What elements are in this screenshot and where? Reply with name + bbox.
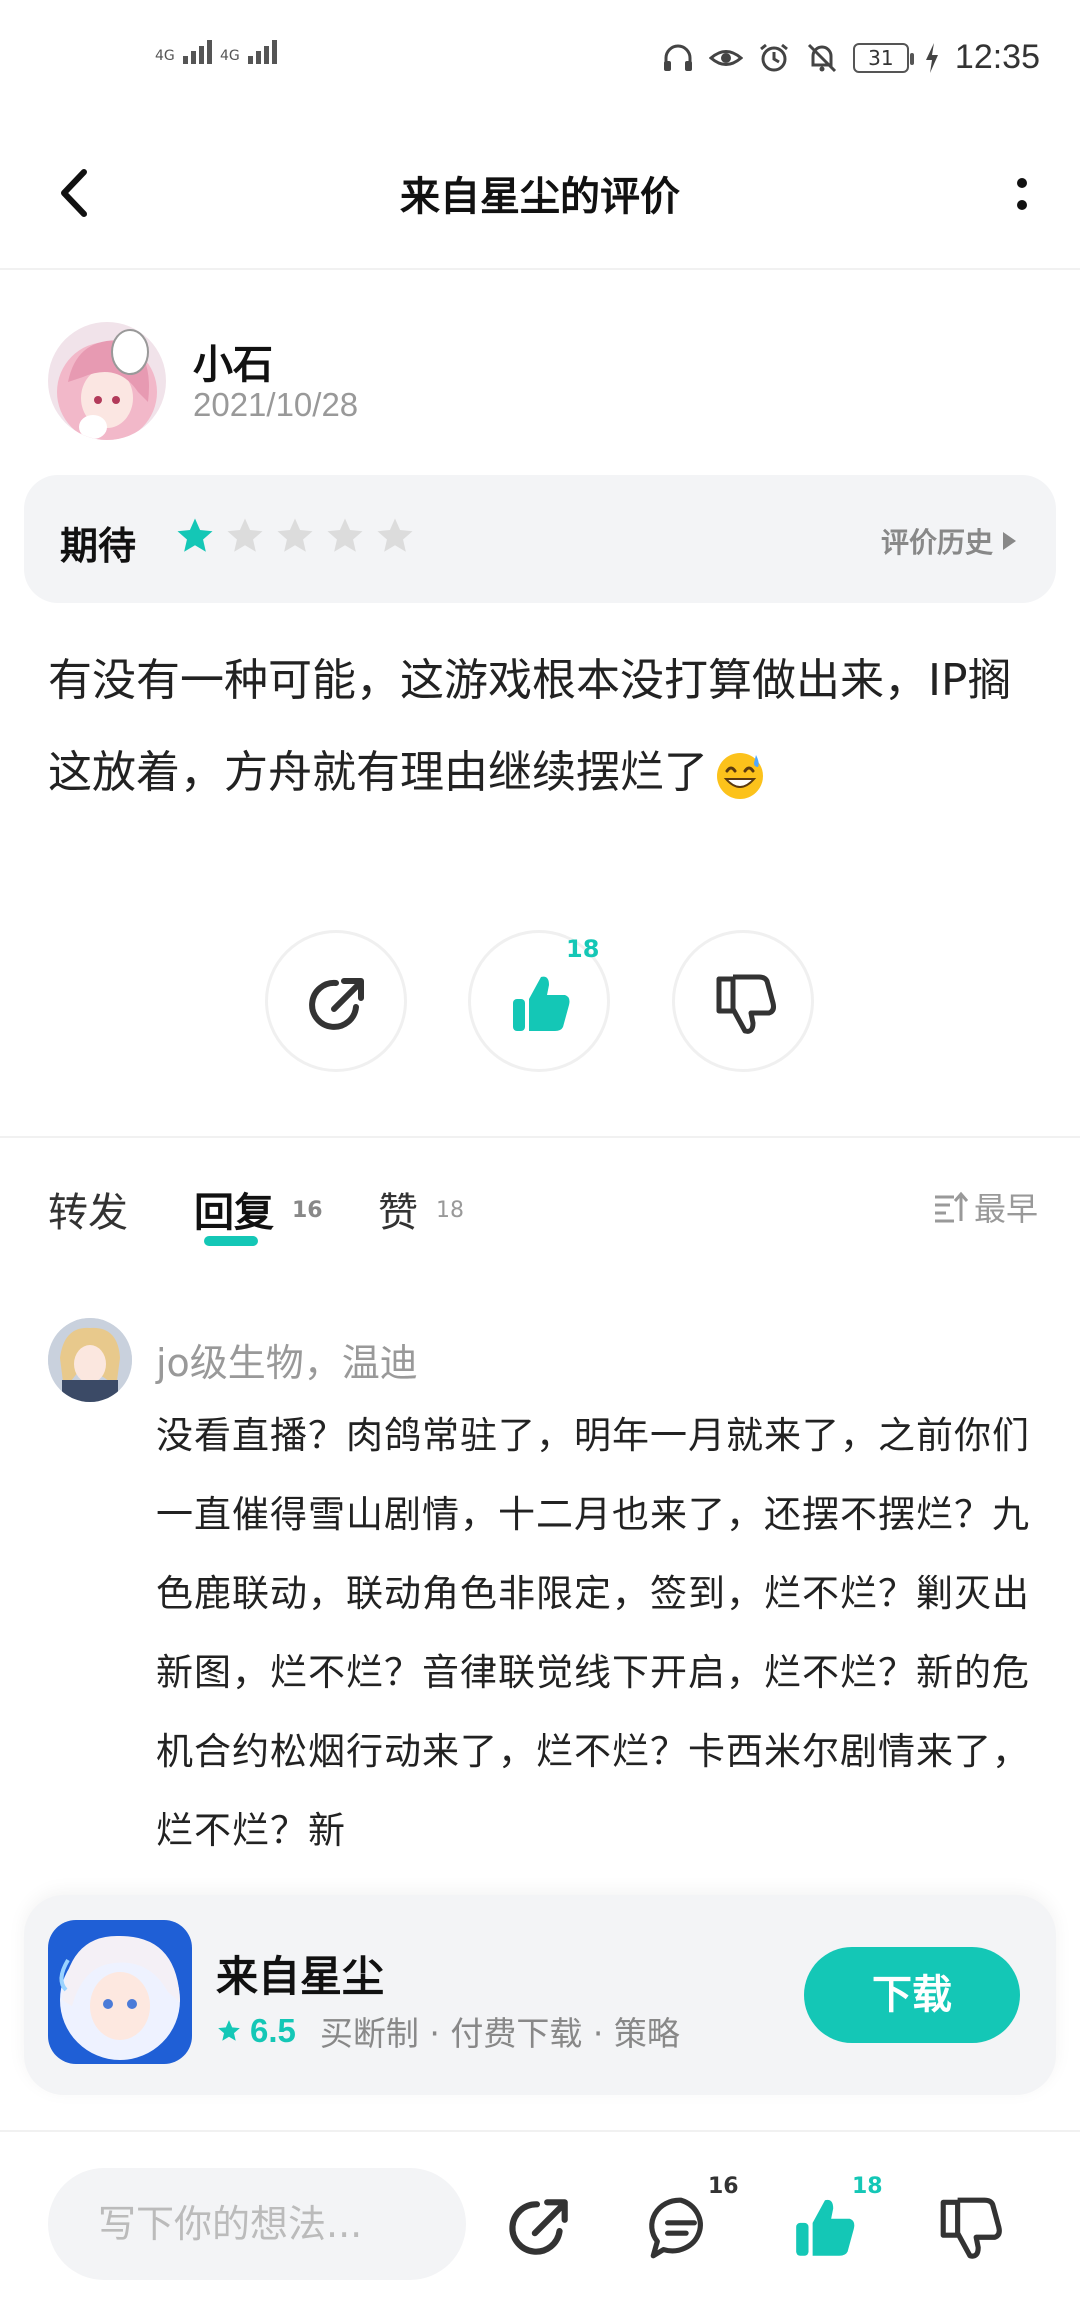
star-rating [174, 515, 416, 557]
comment-input[interactable] [48, 2168, 466, 2280]
bottom-action-bar: 16 18 [0, 2130, 1080, 2310]
clock: 12:35 [954, 38, 1040, 76]
rating-label: 期待 [60, 524, 137, 568]
reply-count-badge: 16 [708, 2174, 739, 2199]
headphones-icon [663, 44, 692, 71]
tab-like[interactable]: 赞 [378, 1180, 418, 1238]
app-score: 6.5 [250, 2012, 296, 2049]
mute-bell-icon [807, 43, 836, 72]
page-title: 来自星尘的评价 [400, 174, 680, 220]
sweat-smile-emoji-icon [717, 753, 763, 799]
comment-list: jo级生物，温迪 没看直播？肉鸽常驻了，明年一月就来了，之前你们一直催得雪山剧情… [0, 1318, 1080, 1888]
review-actions [0, 930, 1080, 1080]
tab-like-count: 18 [436, 1198, 464, 1223]
review-date: 2021/10/28 [193, 386, 359, 423]
share-icon [309, 978, 364, 1030]
more-vertical-icon[interactable] [1004, 166, 1040, 226]
star-empty-icon [377, 518, 413, 552]
review-body: 有没有一种可能，这游戏根本没打算做出来，IP搁这放着，方舟就有理由继续摆烂了 [48, 655, 1012, 798]
app-name: 来自星尘 [216, 1952, 385, 2001]
status-icons: 31 12:35 [661, 38, 1040, 77]
sort-icon [934, 1191, 968, 1223]
signal-icon: 4G [220, 40, 280, 64]
signal-icon: 4G [155, 40, 215, 64]
tab-forward[interactable]: 转发 [48, 1180, 128, 1238]
app-card[interactable]: 来自星尘 6.5 买断制 · 付费下载 · 策略 下载 [24, 1895, 1056, 2095]
sim2-label: 4G [220, 48, 240, 64]
like-count-badge: 18 [566, 935, 600, 963]
rating-history-link[interactable]: 评价历史 [881, 521, 1016, 561]
tab-bar: 转发 回复 16 赞 18 最早 [48, 1180, 1038, 1260]
share-icon[interactable] [504, 2192, 576, 2264]
thumbs-up-filled-icon [513, 976, 570, 1031]
tab-reply[interactable]: 回复 [194, 1180, 274, 1238]
thumbs-down-icon[interactable] [935, 2192, 1007, 2264]
like-count-badge: 18 [852, 2174, 883, 2199]
star-empty-icon [327, 518, 363, 552]
comment-author[interactable]: jo级生物，温迪 [156, 1332, 418, 1387]
sort-label: 最早 [973, 1190, 1038, 1228]
comment-text: 没看直播？肉鸽常驻了，明年一月就来了，之前你们一直催得雪山剧情，十二月也来了，还… [156, 1414, 1030, 1852]
tab-reply-count: 16 [292, 1198, 323, 1223]
play-triangle-icon [1003, 532, 1016, 550]
divider [0, 1136, 1080, 1138]
comment-bubble-icon[interactable] [645, 2192, 717, 2264]
battery-indicator: 31 [852, 42, 914, 73]
status-bar: 4G 4G 31 12:35 [0, 0, 1080, 120]
app-meta: 6.5 买断制 · 付费下载 · 策略 [216, 2007, 680, 2055]
active-tab-indicator [204, 1236, 258, 1246]
share-button[interactable] [265, 930, 407, 1072]
star-empty-icon [277, 518, 313, 552]
rating-box: 期待 评价历史 [24, 475, 1056, 603]
star-filled-icon [177, 518, 213, 552]
avatar[interactable] [48, 1318, 132, 1402]
thumbs-down-icon [716, 974, 776, 1034]
reviewer-name[interactable]: 小石 [193, 332, 273, 390]
thumbs-up-filled-icon[interactable] [790, 2192, 862, 2264]
sim1-label: 4G [155, 48, 175, 64]
dislike-button[interactable] [672, 930, 814, 1072]
alarm-icon [759, 43, 788, 71]
eye-icon [708, 49, 743, 66]
header: 来自星尘的评价 [0, 120, 1080, 270]
rating-history-label: 评价历史 [880, 526, 993, 559]
charging-icon [925, 42, 938, 73]
star-filled-icon [218, 2020, 240, 2041]
review-text: 有没有一种可能，这游戏根本没打算做出来，IP搁这放着，方舟就有理由继续摆烂了 [48, 635, 1038, 819]
sort-button[interactable]: 最早 [932, 1184, 1038, 1230]
app-icon[interactable] [48, 1920, 192, 2064]
avatar[interactable] [48, 322, 166, 440]
download-button[interactable]: 下载 [804, 1947, 1020, 2043]
star-empty-icon [227, 518, 263, 552]
app-tags: 买断制 · 付费下载 · 策略 [319, 2014, 680, 2053]
